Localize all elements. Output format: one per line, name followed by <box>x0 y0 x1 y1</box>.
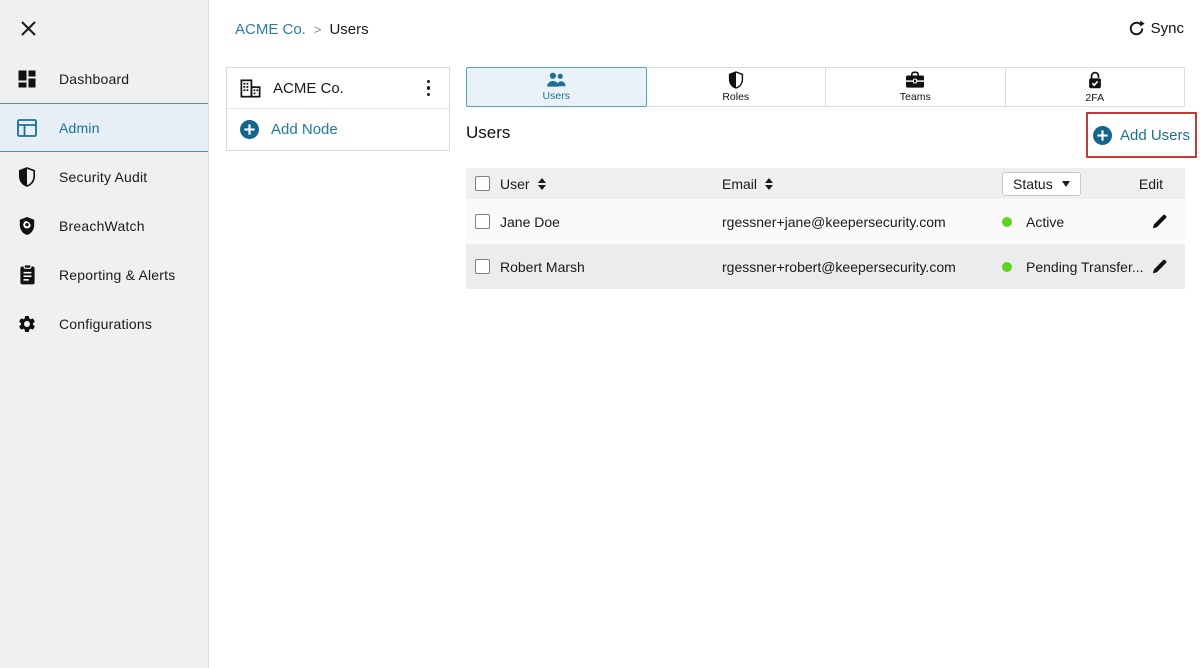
chevron-down-icon <box>1062 181 1070 187</box>
row-checkbox[interactable] <box>475 259 490 274</box>
tab-users[interactable]: Users <box>466 67 647 107</box>
gear-icon <box>15 314 39 334</box>
table-row[interactable]: Robert Marsh rgessner+robert@keepersecur… <box>466 244 1185 289</box>
add-node-label: Add Node <box>271 121 338 138</box>
sidebar-item-dashboard[interactable]: Dashboard <box>0 54 208 103</box>
email-sort-icon[interactable] <box>765 178 773 190</box>
status-dot <box>1002 217 1012 227</box>
roles-shield-icon <box>728 71 744 89</box>
row-checkbox[interactable] <box>475 214 490 229</box>
sidebar-item-label: Configurations <box>59 316 152 332</box>
tab-2fa[interactable]: 2FA <box>1006 67 1186 107</box>
sidebar-item-label: BreachWatch <box>59 218 145 234</box>
sidebar-item-label: Security Audit <box>59 169 147 185</box>
page-title: Users <box>466 123 510 143</box>
status-filter-dropdown[interactable]: Status <box>1002 172 1081 196</box>
status-badge: Pending Transfer... <box>1026 259 1144 275</box>
building-icon <box>240 79 261 98</box>
add-users-highlight-annotation: Add Users <box>1086 112 1197 158</box>
status-dot <box>1002 262 1012 272</box>
dashboard-icon <box>15 70 39 88</box>
sidebar-item-configurations[interactable]: Configurations <box>0 299 208 348</box>
table-row[interactable]: Jane Doe rgessner+jane@keepersecurity.co… <box>466 199 1185 244</box>
add-users-button[interactable]: Add Users <box>1093 126 1190 145</box>
sidebar-item-security-audit[interactable]: Security Audit <box>0 152 208 201</box>
sync-button[interactable]: Sync <box>1128 20 1184 37</box>
user-sort-icon[interactable] <box>538 178 546 190</box>
status-badge: Active <box>1026 214 1064 230</box>
briefcase-icon <box>905 71 925 89</box>
edit-pencil-icon[interactable] <box>1150 257 1169 276</box>
breadcrumb-separator: > <box>314 22 322 37</box>
email-column-header: Email <box>722 176 757 192</box>
user-email: rgessner+robert@keepersecurity.com <box>722 259 956 275</box>
sync-label: Sync <box>1151 20 1184 37</box>
sidebar-nav: Dashboard Admin Securi <box>0 54 208 348</box>
sidebar-item-label: Dashboard <box>59 71 129 87</box>
breadcrumb-node-link[interactable]: ACME Co. <box>235 21 306 38</box>
user-email: rgessner+jane@keepersecurity.com <box>722 214 946 230</box>
tab-users-label: Users <box>543 90 570 102</box>
lock-check-icon <box>1087 71 1103 90</box>
table-header-row: User Email Status Edit <box>466 168 1185 199</box>
sidebar-item-reporting-alerts[interactable]: Reporting & Alerts <box>0 250 208 299</box>
breachwatch-shield-icon <box>15 216 39 236</box>
sidebar-item-label: Admin <box>59 120 100 136</box>
node-name: ACME Co. <box>273 80 344 97</box>
close-icon[interactable] <box>16 16 40 40</box>
admin-window-icon <box>15 119 39 137</box>
edit-pencil-icon[interactable] <box>1150 212 1169 231</box>
breadcrumb-current: Users <box>329 21 368 38</box>
tab-bar: Users Roles Teams <box>466 67 1185 107</box>
node-row-acme[interactable]: ACME Co. <box>227 68 449 109</box>
plus-circle-icon <box>240 120 259 139</box>
user-name: Robert Marsh <box>500 259 585 275</box>
sidebar-item-label: Reporting & Alerts <box>59 267 175 283</box>
user-name: Jane Doe <box>500 214 560 230</box>
add-node-button[interactable]: Add Node <box>227 109 449 150</box>
shield-half-icon <box>15 167 39 187</box>
clipboard-icon <box>15 264 39 285</box>
status-column-header: Status <box>1013 176 1053 192</box>
sidebar-item-breachwatch[interactable]: BreachWatch <box>0 201 208 250</box>
admin-console-screen: Dashboard Admin Securi <box>0 0 1200 668</box>
node-options-kebab-icon[interactable] <box>421 76 437 101</box>
users-table: User Email Status Edit Jane Doe rgessner… <box>466 168 1185 289</box>
tab-teams[interactable]: Teams <box>826 67 1006 107</box>
select-all-checkbox[interactable] <box>475 176 490 191</box>
tab-roles[interactable]: Roles <box>647 67 827 107</box>
tab-2fa-label: 2FA <box>1085 92 1104 104</box>
users-icon <box>545 72 568 88</box>
tab-roles-label: Roles <box>722 91 749 103</box>
plus-circle-icon <box>1093 126 1112 145</box>
sidebar: Dashboard Admin Securi <box>0 0 209 668</box>
edit-column-header: Edit <box>1139 176 1163 192</box>
node-tree-panel: ACME Co. Add Node <box>226 67 450 151</box>
add-users-label: Add Users <box>1120 127 1190 144</box>
refresh-icon <box>1128 20 1145 37</box>
breadcrumb: ACME Co. > Users <box>235 21 369 38</box>
tab-teams-label: Teams <box>900 91 931 103</box>
sidebar-item-admin[interactable]: Admin <box>0 103 208 152</box>
user-column-header: User <box>500 176 530 192</box>
